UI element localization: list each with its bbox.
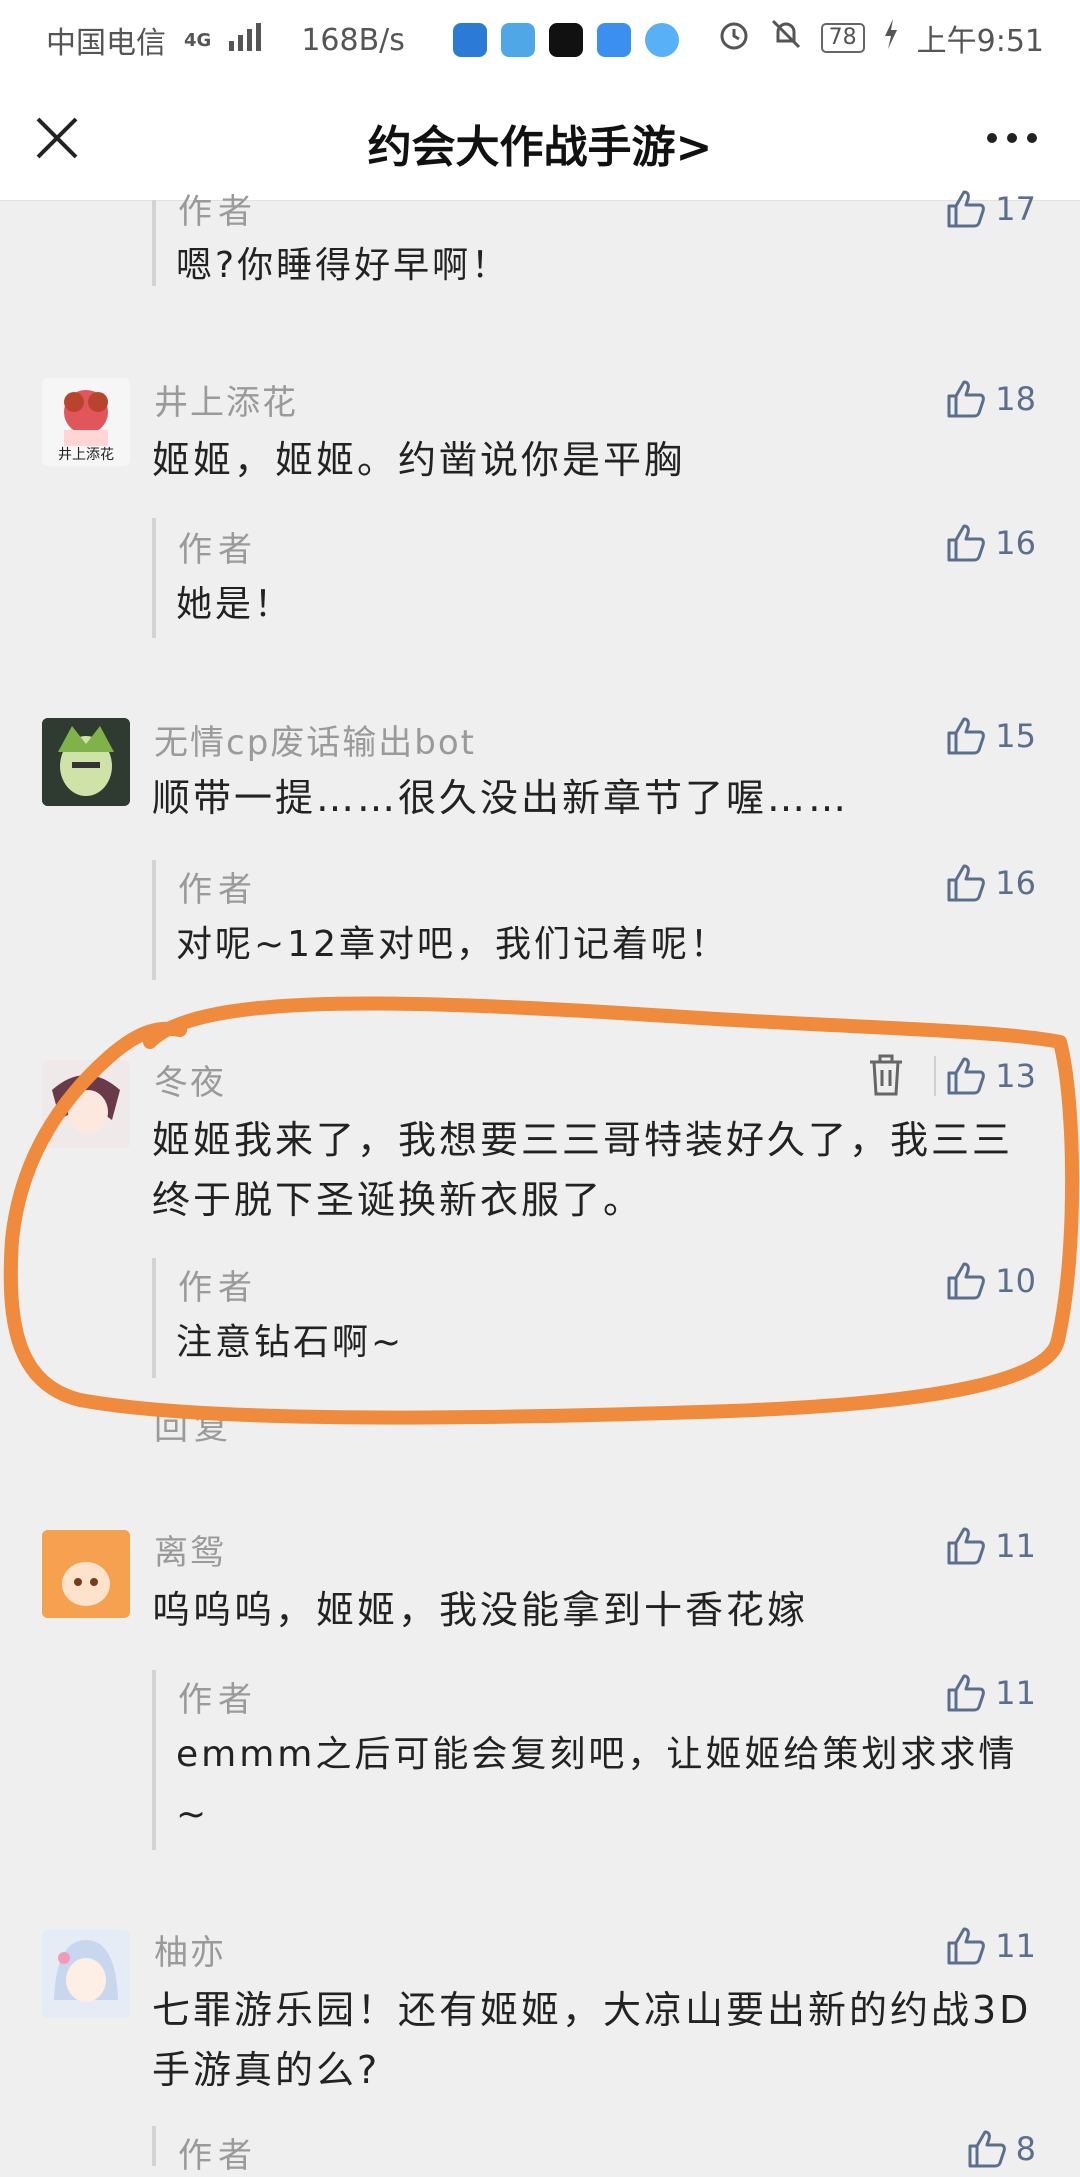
app-icons	[452, 23, 679, 57]
reply-author-label: 作者	[178, 530, 258, 570]
comment-text: 姬姬，姬姬。约凿说你是平胸	[152, 438, 686, 482]
page-title[interactable]: 约会大作战手游>	[0, 111, 1080, 175]
like-count: 13	[995, 1057, 1036, 1095]
like-button[interactable]: 17	[945, 188, 1036, 230]
thumb-up-icon	[947, 1674, 986, 1712]
like-button[interactable]: 11	[945, 1525, 1036, 1567]
cloud-app-icon	[644, 23, 679, 57]
mute-bell-icon	[769, 17, 803, 59]
shield-app-icon	[452, 23, 487, 57]
network-label: 4G	[184, 29, 212, 51]
like-count: 11	[995, 1927, 1036, 1965]
like-count: 18	[995, 380, 1036, 418]
comment-list[interactable]: 作者 嗯?你睡得好早啊！ 17 井上添花 井上添花 姬姬，姬姬。约凿说你是平胸 …	[0, 190, 1080, 2176]
thumb-up-icon	[947, 1057, 986, 1095]
like-button[interactable]: 13	[945, 1055, 1036, 1097]
reply-text: 对呢~12章对吧，我们记着呢！	[176, 924, 729, 965]
reply-text: 嗯?你睡得好早啊！	[176, 245, 511, 286]
thumb-up-icon	[947, 190, 986, 228]
like-count: 16	[995, 864, 1036, 902]
reply-bar	[152, 1258, 156, 1378]
like-count: 11	[995, 1527, 1036, 1565]
comment-text: 呜呜呜，姬姬，我没能拿到十香花嫁	[152, 1588, 809, 1632]
like-count: 17	[995, 190, 1036, 228]
like-button[interactable]: 18	[945, 378, 1036, 420]
avatar[interactable]	[42, 1530, 130, 1618]
reply-author-label: 作者	[178, 2136, 258, 2176]
comment-text: 七罪游乐园！还有姬姬，大凉山要出新的约战3D手游真的么?	[152, 1988, 1032, 2092]
like-button[interactable]: 8	[966, 2128, 1036, 2170]
comment-author[interactable]: 无情cp废话输出bot	[154, 715, 476, 764]
like-count: 15	[995, 717, 1036, 755]
charging-icon	[883, 19, 899, 57]
comment-author[interactable]: 井上添花	[154, 375, 298, 424]
thumb-up-icon	[947, 717, 986, 755]
status-right: 78 上午9:51	[717, 16, 1044, 60]
thumb-up-icon	[947, 1262, 986, 1300]
thumb-up-icon	[968, 2130, 1006, 2168]
like-button[interactable]: 11	[945, 1672, 1036, 1714]
reply-text: 她是！	[176, 584, 294, 625]
like-button[interactable]: 10	[945, 1260, 1036, 1302]
avatar[interactable]	[42, 1060, 130, 1148]
tiktok-app-icon	[548, 23, 583, 57]
thumb-up-icon	[947, 380, 986, 418]
battery-indicator: 78	[820, 23, 865, 53]
like-button[interactable]: 15	[945, 715, 1036, 757]
reply-bar	[152, 860, 156, 980]
like-button[interactable]: 11	[945, 1925, 1036, 1967]
comment-author[interactable]: 离鸳	[154, 1525, 226, 1574]
reply-bar	[152, 2126, 156, 2166]
like-button[interactable]: 16	[945, 862, 1036, 904]
like-count: 16	[995, 524, 1036, 562]
reply-text: 注意钻石啊~	[176, 1322, 405, 1363]
thumb-up-icon	[947, 1927, 986, 1965]
speed-label: 168B/s	[301, 22, 405, 58]
comment-text: 姬姬我来了，我想要三三哥特装好久了，我三三终于脱下圣诞换新衣服了。	[152, 1118, 1014, 1222]
avatar-image	[42, 1060, 130, 1148]
avatar[interactable]: 井上添花	[42, 378, 130, 466]
status-bar: 中国电信 4G 168B/s 78 上午9:51	[0, 0, 1080, 78]
reply-author-label: 作者	[178, 192, 258, 232]
reply-text: emmm之后可能会复刻吧，让姬姬给策划求求情~	[176, 1734, 1018, 1835]
reply-author-label: 作者	[178, 870, 258, 910]
time-label: 上午9:51	[916, 24, 1044, 59]
like-count: 11	[995, 1674, 1036, 1712]
carrier-label: 中国电信	[46, 26, 166, 61]
like-button[interactable]: 16	[945, 522, 1036, 564]
reply-link[interactable]: 回复	[154, 1400, 234, 1449]
divider	[934, 1056, 936, 1096]
status-left: 中国电信 4G 168B/s	[46, 18, 679, 62]
like-count: 8	[1015, 2130, 1036, 2168]
avatar[interactable]	[42, 718, 130, 806]
reply-bar	[152, 200, 156, 286]
signal-icon	[229, 21, 263, 59]
thumb-up-icon	[947, 524, 986, 562]
alarm-icon	[717, 17, 751, 59]
avatar-caption: 井上添花	[58, 447, 114, 463]
more-icon[interactable]	[986, 130, 1038, 146]
plane-app-icon	[500, 23, 535, 57]
title-bar: 约会大作战手游>	[0, 78, 1080, 200]
reply-author-label: 作者	[178, 1680, 258, 1720]
comment-author[interactable]: 冬夜	[154, 1055, 226, 1104]
avatar-image	[42, 1530, 130, 1618]
avatar[interactable]	[42, 1930, 130, 2018]
hotspot-app-icon	[596, 23, 631, 57]
like-count: 10	[995, 1262, 1036, 1300]
thumb-up-icon	[947, 1527, 986, 1565]
reply-bar	[152, 518, 156, 638]
avatar-image	[42, 1930, 130, 2018]
thumb-up-icon	[947, 864, 986, 902]
comment-author[interactable]: 柚亦	[154, 1925, 226, 1974]
reply-author-label: 作者	[178, 1268, 258, 1308]
avatar-image	[42, 718, 130, 806]
reply-bar	[152, 1670, 156, 1850]
trash-icon[interactable]	[866, 1052, 906, 1098]
comment-text: 顺带一提……很久没出新章节了喔……	[152, 776, 850, 820]
